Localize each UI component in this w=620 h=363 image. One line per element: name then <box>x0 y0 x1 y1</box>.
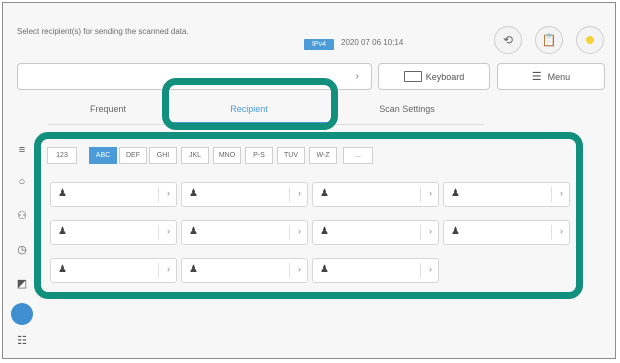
highlight-recipient-area <box>34 132 583 299</box>
datetime: 2020 07 06 10:14 <box>341 38 404 47</box>
keyboard-icon <box>403 71 422 82</box>
tab-scan-settings[interactable]: Scan Settings <box>330 100 484 118</box>
selected-icon[interactable] <box>11 303 33 325</box>
group-icon[interactable]: ⚇ <box>15 208 29 222</box>
status-indicator-button[interactable] <box>576 26 604 54</box>
menu-icon: ☰ <box>531 71 542 83</box>
keyboard-label: Keyboard <box>425 71 465 82</box>
keyboard-button[interactable]: Keyboard <box>378 63 490 90</box>
status-message: Select recipient(s) for sending the scan… <box>17 27 189 36</box>
clipboard-button[interactable]: 📋 <box>535 26 563 54</box>
list-icon[interactable]: ≡ <box>15 143 29 157</box>
scan-icon[interactable]: ◩ <box>15 276 29 290</box>
history-icon[interactable]: ◷ <box>15 242 29 256</box>
history-button[interactable]: ⟲ <box>494 26 522 54</box>
highlight-recipient-tab <box>162 78 338 130</box>
tab-frequent[interactable]: Frequent <box>48 100 168 118</box>
status-dot-icon <box>586 36 594 44</box>
ip-badge: IPv4 <box>304 39 334 50</box>
history-icon: ⟲ <box>502 33 514 47</box>
menu-button[interactable]: ☰ Menu <box>497 63 605 90</box>
clipboard-check-icon: 📋 <box>541 33 557 47</box>
menu-label: Menu <box>547 71 571 82</box>
list-detail-icon[interactable]: ☷ <box>15 333 29 347</box>
search-icon[interactable]: ○ <box>15 175 29 189</box>
address-arrow-icon: › <box>355 71 359 82</box>
